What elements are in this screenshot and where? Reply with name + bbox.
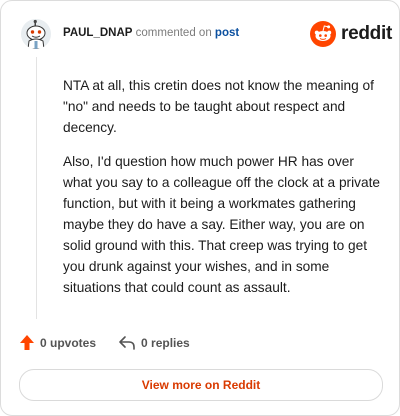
upvote-button[interactable]: 0 upvotes [19,334,96,351]
avatar[interactable] [21,19,51,49]
comment-paragraph: Also, I'd question how much power HR has… [63,154,381,295]
username-link[interactable]: PAUL_DNAP [63,27,132,39]
post-link[interactable]: post [215,27,239,39]
reply-arrow-icon [119,335,135,350]
reddit-logo[interactable]: reddit [310,21,392,47]
comment-actions: 0 upvotes 0 replies [19,334,190,351]
view-more-label: View more on Reddit [141,378,261,392]
upvote-count: 0 upvotes [40,335,97,350]
upvote-arrow-icon [20,335,34,350]
commented-on-text: commented on [135,27,212,39]
reply-count: 0 replies [141,335,190,350]
snoo-avatar-icon [21,19,51,49]
comment-embed-card: PAUL_DNAP commented on post reddit NTA a… [0,0,400,416]
comment-paragraph: NTA at all, this cretin does not know th… [63,78,374,135]
reddit-snoo-icon [310,21,336,47]
replies-button[interactable]: 0 replies [118,335,190,351]
comment-body: NTA at all, this cretin does not know th… [63,75,381,311]
view-more-on-reddit-button[interactable]: View more on Reddit [19,369,383,401]
comment-header: PAUL_DNAP commented on post [63,27,239,39]
thread-line [36,57,37,319]
reddit-wordmark: reddit [341,23,392,44]
